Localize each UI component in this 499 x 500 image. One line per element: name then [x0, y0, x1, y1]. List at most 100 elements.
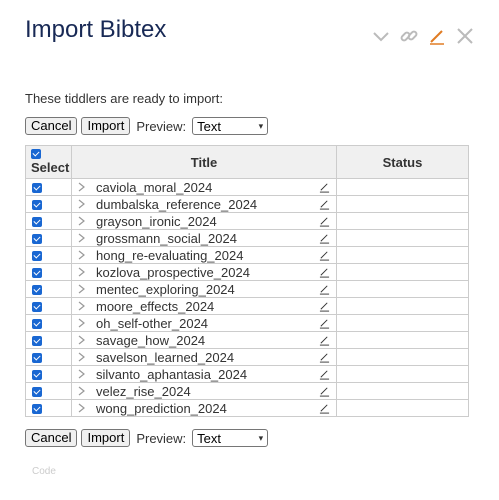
chevron-right-icon[interactable]	[78, 233, 88, 243]
edit-icon[interactable]	[319, 386, 330, 397]
chevron-right-icon[interactable]	[78, 352, 88, 362]
edit-icon[interactable]	[319, 284, 330, 295]
close-icon[interactable]	[454, 25, 476, 47]
import-table: Select Title Status caviola_moral_2024 du…	[25, 145, 469, 417]
row-checkbox[interactable]	[32, 387, 42, 398]
edit-icon[interactable]	[319, 267, 330, 278]
title-cell: dumbalska_reference_2024	[71, 195, 337, 213]
edit-icon[interactable]	[319, 250, 330, 261]
row-checkbox[interactable]	[32, 268, 42, 279]
select-header-label: Select	[31, 160, 70, 175]
item-title: wong_prediction_2024	[96, 400, 227, 416]
edit-icon[interactable]	[319, 301, 330, 312]
chevron-right-icon[interactable]	[78, 250, 88, 260]
table-row: silvanto_aphantasia_2024	[25, 365, 469, 383]
title-cell: wong_prediction_2024	[71, 399, 337, 417]
edit-icon[interactable]	[319, 352, 330, 363]
preview-label: Preview:	[136, 118, 187, 134]
chevron-right-icon[interactable]	[78, 199, 88, 209]
import-button[interactable]: Import	[81, 429, 131, 447]
status-cell	[336, 229, 469, 247]
table-row: savage_how_2024	[25, 331, 469, 349]
edit-icon[interactable]	[319, 216, 330, 227]
row-checkbox[interactable]	[32, 234, 42, 245]
preview-select[interactable]: Text ▾	[192, 117, 269, 135]
edit-icon[interactable]	[319, 199, 330, 210]
item-title: kozlova_prospective_2024	[96, 264, 250, 280]
row-checkbox[interactable]	[32, 217, 42, 228]
title-cell: velez_rise_2024	[71, 382, 337, 400]
edit-icon[interactable]	[426, 25, 448, 47]
table-row: savelson_learned_2024	[25, 348, 469, 366]
chevron-right-icon[interactable]	[78, 335, 88, 345]
select-cell	[25, 297, 72, 315]
cancel-button[interactable]: Cancel	[25, 429, 78, 447]
preview-select-value: Text	[197, 430, 222, 446]
import-button[interactable]: Import	[81, 117, 131, 135]
status-cell	[336, 331, 469, 349]
title-column-header: Title	[71, 145, 337, 179]
status-cell	[336, 314, 469, 332]
select-cell	[25, 399, 72, 417]
select-cell	[25, 382, 72, 400]
status-cell	[336, 297, 469, 315]
chevron-right-icon[interactable]	[78, 318, 88, 328]
status-cell	[336, 212, 469, 230]
edit-icon[interactable]	[319, 182, 330, 193]
chevron-right-icon[interactable]	[78, 386, 88, 396]
chevron-right-icon[interactable]	[78, 284, 88, 294]
title-cell: kozlova_prospective_2024	[71, 263, 337, 281]
row-checkbox[interactable]	[32, 251, 42, 262]
select-cell	[25, 195, 72, 213]
row-checkbox[interactable]	[32, 336, 42, 347]
item-title: savage_how_2024	[96, 332, 206, 348]
row-checkbox[interactable]	[32, 183, 42, 194]
item-title: oh_self-other_2024	[96, 315, 209, 331]
preview-select[interactable]: Text ▾	[192, 429, 269, 447]
chevron-down-icon: ▾	[258, 432, 264, 443]
status-column-header: Status	[336, 145, 469, 179]
item-title: hong_re-evaluating_2024	[96, 247, 244, 263]
item-title: grossmann_social_2024	[96, 230, 237, 246]
item-title: caviola_moral_2024	[96, 179, 213, 195]
item-title: savelson_learned_2024	[96, 349, 235, 365]
chevron-down-icon: ▾	[258, 120, 264, 131]
cancel-button[interactable]: Cancel	[25, 117, 78, 135]
status-cell	[336, 280, 469, 298]
item-title: velez_rise_2024	[96, 383, 191, 399]
row-checkbox[interactable]	[32, 370, 42, 381]
title-cell: silvanto_aphantasia_2024	[71, 365, 337, 383]
title-cell: savage_how_2024	[71, 331, 337, 349]
status-cell	[336, 382, 469, 400]
chevron-down-icon[interactable]	[370, 25, 392, 47]
row-checkbox[interactable]	[32, 319, 42, 330]
row-checkbox[interactable]	[32, 404, 42, 415]
link-icon[interactable]	[398, 25, 420, 47]
edit-icon[interactable]	[319, 318, 330, 329]
chevron-right-icon[interactable]	[78, 369, 88, 379]
row-checkbox[interactable]	[32, 302, 42, 313]
select-all-checkbox[interactable]	[31, 149, 41, 159]
edit-icon[interactable]	[319, 403, 330, 414]
chevron-right-icon[interactable]	[78, 403, 88, 413]
select-cell	[25, 263, 72, 281]
select-cell	[25, 178, 72, 196]
chevron-right-icon[interactable]	[78, 182, 88, 192]
table-row: dumbalska_reference_2024	[25, 195, 469, 213]
intro-text: These tiddlers are ready to import:	[25, 91, 223, 106]
title-cell: moore_effects_2024	[71, 297, 337, 315]
edit-icon[interactable]	[319, 233, 330, 244]
item-title: moore_effects_2024	[96, 298, 215, 314]
edit-icon[interactable]	[319, 335, 330, 346]
chevron-right-icon[interactable]	[78, 301, 88, 311]
row-checkbox[interactable]	[32, 353, 42, 364]
status-cell	[336, 246, 469, 264]
table-row: velez_rise_2024	[25, 382, 469, 400]
row-checkbox[interactable]	[32, 200, 42, 211]
select-cell	[25, 212, 72, 230]
chevron-right-icon[interactable]	[78, 216, 88, 226]
row-checkbox[interactable]	[32, 285, 42, 296]
chevron-right-icon[interactable]	[78, 267, 88, 277]
edit-icon[interactable]	[319, 369, 330, 380]
title-cell: hong_re-evaluating_2024	[71, 246, 337, 264]
